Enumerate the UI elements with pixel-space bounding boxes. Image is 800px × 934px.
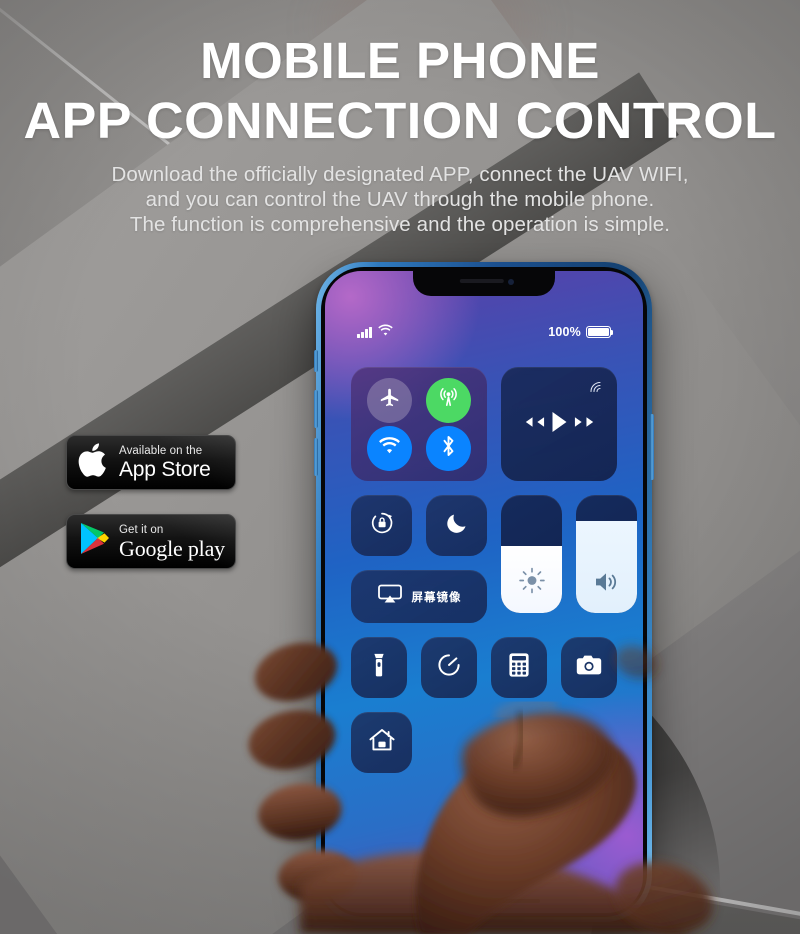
control-center-home-row: [351, 712, 617, 773]
airplane-icon: [379, 387, 401, 414]
header-block: MOBILE PHONE APP CONNECTION CONTROL Down…: [0, 0, 800, 237]
page-title-line-1: MOBILE PHONE: [200, 32, 600, 89]
bluetooth-toggle[interactable]: [426, 425, 471, 471]
camera-button[interactable]: [561, 637, 617, 698]
flashlight-toggle[interactable]: [351, 637, 407, 698]
front-camera-icon: [508, 279, 514, 285]
phone-power-button[interactable]: [650, 414, 654, 480]
phone-mute-switch[interactable]: [314, 350, 318, 372]
rotation-lock-icon: [369, 510, 395, 541]
battery-full-icon: [586, 326, 614, 338]
volume-slider[interactable]: [576, 495, 637, 613]
home-indicator-bar[interactable]: [428, 899, 540, 903]
control-center-toggle-pair: [351, 495, 487, 556]
google-play-badge-bottom-label: Google play: [119, 535, 225, 561]
rotation-lock-toggle[interactable]: [351, 495, 412, 556]
cellular-tower-icon: [437, 386, 460, 414]
status-bar-left: [357, 323, 393, 341]
calculator-button[interactable]: [491, 637, 547, 698]
timer-button[interactable]: [421, 637, 477, 698]
airplane-mode-toggle[interactable]: [367, 377, 412, 423]
play-icon[interactable]: [549, 410, 570, 439]
screen-mirroring-button[interactable]: 屏幕镜像: [351, 570, 487, 623]
control-center-tools-row: [351, 637, 617, 698]
screen-mirroring-label: 屏幕镜像: [411, 591, 462, 604]
cellular-signal-icon: [357, 326, 372, 338]
control-center-row-2: 屏幕镜像: [351, 495, 637, 623]
calculator-icon: [508, 652, 530, 683]
google-play-badge-top-label: Get it on: [119, 523, 164, 536]
control-center-sliders: [501, 495, 637, 623]
google-play-triangle-icon: [77, 520, 111, 563]
control-center-row-1: [351, 367, 617, 481]
wifi-icon: [378, 436, 401, 460]
page-title-line-2: APP CONNECTION CONTROL: [23, 92, 777, 149]
bluetooth-icon: [440, 434, 457, 463]
media-playback-module[interactable]: [501, 367, 617, 481]
rewind-icon[interactable]: [521, 414, 546, 435]
subtitle-line-1: Download the officially designated APP, …: [111, 163, 689, 186]
status-bar: 100%: [325, 323, 643, 341]
airplay-video-icon: [377, 583, 403, 610]
phone-notch: [413, 271, 555, 296]
do-not-disturb-toggle[interactable]: [426, 495, 487, 556]
connectivity-module[interactable]: [351, 367, 487, 481]
brightness-slider[interactable]: [501, 495, 562, 613]
app-store-badge[interactable]: Available on the App Store: [66, 435, 236, 490]
fast-forward-icon[interactable]: [573, 414, 598, 435]
airplay-audio-icon[interactable]: [588, 378, 604, 394]
app-store-badge-top-label: Available on the: [119, 444, 203, 457]
smartphone-device: 100% 屏幕镜像: [314, 262, 654, 922]
moon-icon: [445, 511, 469, 540]
subtitle-line-3: The function is comprehensive and the op…: [129, 213, 671, 236]
store-badges: Available on the App Store Get it on Goo…: [66, 435, 236, 569]
wifi-toggle[interactable]: [367, 425, 412, 471]
app-store-badge-bottom-label: App Store: [119, 457, 211, 481]
timer-icon: [436, 652, 462, 683]
volume-slider-fill: [576, 520, 637, 613]
app-store-badge-text: Available on the App Store: [119, 445, 211, 481]
control-center: 屏幕镜像: [325, 367, 643, 787]
google-play-badge-text: Get it on Google play: [119, 524, 225, 560]
status-bar-right: 100%: [548, 325, 614, 339]
speaker-icon: [593, 570, 621, 599]
apple-logo-icon: [77, 440, 111, 485]
phone-volume-up-button[interactable]: [314, 390, 318, 428]
phone-screen[interactable]: 100% 屏幕镜像: [325, 271, 643, 913]
page-subtitle: Download the officially designated APP, …: [0, 162, 800, 237]
home-icon: [368, 727, 396, 758]
subtitle-line-2: and you can control the UAV through the …: [145, 188, 655, 211]
control-center-left-stack: 屏幕镜像: [351, 495, 487, 623]
battery-percentage-label: 100%: [548, 325, 581, 339]
phone-volume-down-button[interactable]: [314, 438, 318, 476]
home-app-button[interactable]: [351, 712, 412, 773]
camera-icon: [575, 654, 603, 681]
cellular-data-toggle[interactable]: [426, 377, 471, 423]
google-play-badge[interactable]: Get it on Google play: [66, 514, 236, 569]
wifi-icon: [378, 323, 393, 341]
brightness-icon: [518, 567, 545, 599]
earpiece-speaker: [459, 279, 504, 283]
flashlight-icon: [368, 652, 390, 683]
